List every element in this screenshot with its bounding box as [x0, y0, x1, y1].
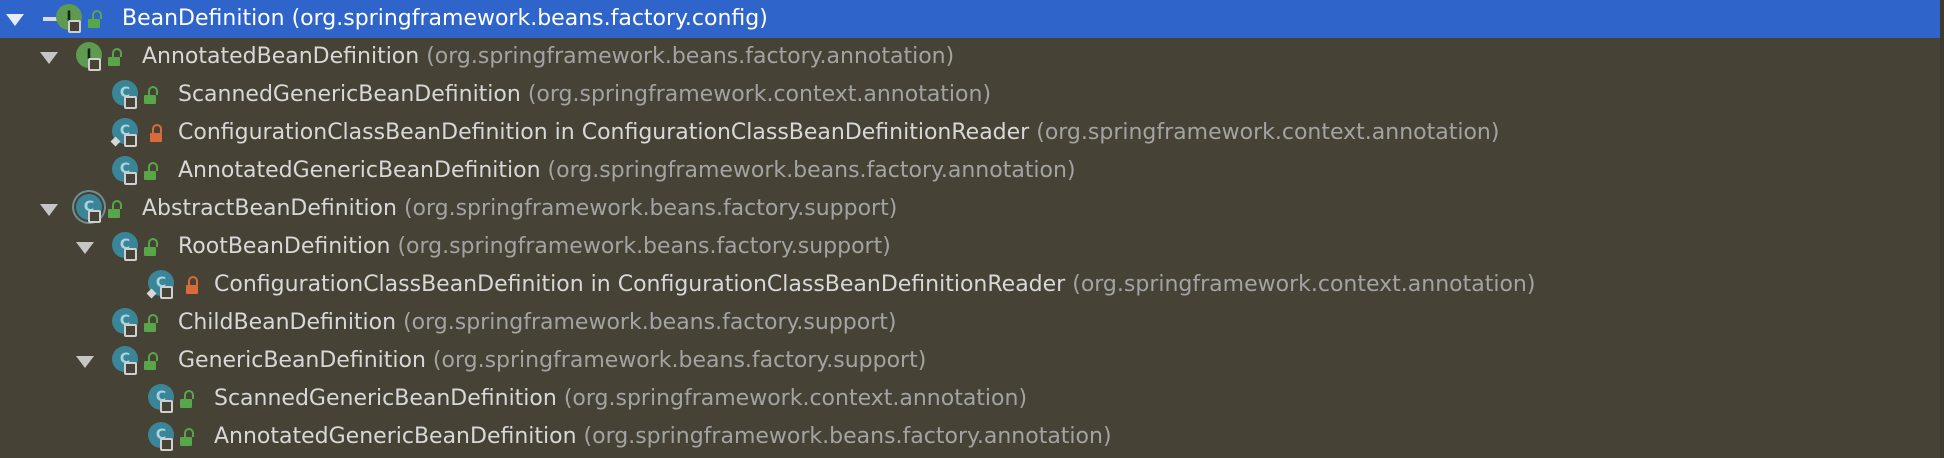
expand-arrow-icon[interactable]	[76, 356, 94, 368]
class-icon: C	[112, 308, 138, 337]
tree-row[interactable]: C AnnotatedGenericBeanDefinition (org.sp…	[0, 152, 1940, 190]
class-icon: C	[112, 346, 138, 375]
tree-row-text: RootBeanDefinition (org.springframework.…	[178, 231, 891, 263]
pin-icon	[160, 438, 173, 451]
expand-arrow-icon[interactable]	[40, 52, 58, 64]
pin-icon	[88, 58, 101, 71]
tree-row-package: (org.springframework.beans.factory.annot…	[547, 158, 1076, 183]
tree-row[interactable]: C ScannedGenericBeanDefinition (org.spri…	[0, 76, 1940, 114]
tree-row-text: AnnotatedBeanDefinition (org.springframe…	[142, 41, 954, 73]
tree-row[interactable]: I AnnotatedBeanDefinition (org.springfra…	[0, 38, 1940, 76]
public-lock-icon	[144, 312, 160, 332]
public-lock-icon	[144, 236, 160, 256]
public-lock-icon	[180, 388, 196, 408]
tree-row-package: (org.springframework.beans.factory.suppo…	[403, 310, 897, 335]
pin-icon	[68, 20, 81, 33]
tree-row-text: ScannedGenericBeanDefinition (org.spring…	[178, 79, 991, 111]
tree-row-name: GenericBeanDefinition	[178, 348, 426, 373]
tree-row-name: ConfigurationClassBeanDefinition in Conf…	[178, 120, 1030, 145]
tree-row-name: ChildBeanDefinition	[178, 310, 397, 335]
tree-row[interactable]: C ScannedGenericBeanDefinition (org.spri…	[0, 380, 1940, 418]
public-lock-icon	[144, 84, 160, 104]
tree-row-package: (org.springframework.beans.factory.suppo…	[403, 196, 898, 221]
tree-row[interactable]: C AnnotatedGenericBeanDefinition (org.sp…	[0, 418, 1940, 456]
public-lock-icon	[108, 198, 124, 218]
public-lock-icon	[180, 426, 196, 446]
expand-arrow-icon[interactable]	[76, 242, 94, 254]
public-lock-icon	[108, 46, 124, 66]
expand-arrow-icon[interactable]	[6, 14, 24, 26]
tree-row[interactable]: C GenericBeanDefinition (org.springframe…	[0, 342, 1940, 380]
expand-arrow-icon[interactable]	[40, 204, 58, 216]
type-hierarchy-tree: I BeanDefinition (org.springframework.be…	[0, 0, 1940, 458]
tree-row-text: ConfigurationClassBeanDefinition in Conf…	[214, 269, 1535, 301]
tree-row-name: BeanDefinition	[122, 6, 285, 31]
tree-row-text: BeanDefinition (org.springframework.bean…	[122, 3, 768, 35]
public-lock-icon	[88, 8, 104, 28]
private-lock-icon	[186, 274, 202, 294]
tree-row-package: (org.springframework.context.annotation)	[1036, 120, 1500, 145]
scrollbar-edge[interactable]	[1940, 0, 1944, 458]
tree-row[interactable]: C ConfigurationClassBeanDefinition in Co…	[0, 266, 1940, 304]
pin-icon	[124, 96, 137, 109]
pin-icon	[124, 134, 137, 147]
class-icon: C	[110, 118, 138, 147]
tree-row-text: AnnotatedGenericBeanDefinition (org.spri…	[178, 155, 1076, 187]
class-icon: C	[148, 422, 174, 451]
class-icon: C	[148, 384, 174, 413]
tree-row[interactable]: C RootBeanDefinition (org.springframewor…	[0, 228, 1940, 266]
tree-row-name: ScannedGenericBeanDefinition	[214, 386, 557, 411]
tree-row-package: (org.springframework.beans.factory.annot…	[426, 44, 955, 69]
class-icon: C	[112, 156, 138, 185]
interface-icon: I	[76, 42, 102, 71]
tree-row-package: (org.springframework.beans.factory.confi…	[291, 6, 768, 31]
tree-row[interactable]: I BeanDefinition (org.springframework.be…	[0, 0, 1940, 38]
interface-icon: I	[56, 4, 82, 33]
tree-row-text: ConfigurationClassBeanDefinition in Conf…	[178, 117, 1499, 149]
private-lock-icon	[150, 122, 166, 142]
tree-row[interactable]: C ChildBeanDefinition (org.springframewo…	[0, 304, 1940, 342]
tree-row-name: AnnotatedBeanDefinition	[142, 44, 420, 69]
pin-icon	[124, 362, 137, 375]
tree-row-name: RootBeanDefinition	[178, 234, 391, 259]
tree-row-text: ScannedGenericBeanDefinition (org.spring…	[214, 383, 1027, 415]
tree-row-name: AnnotatedGenericBeanDefinition	[214, 424, 577, 449]
public-lock-icon	[144, 350, 160, 370]
tree-row-package: (org.springframework.context.annotation)	[527, 82, 992, 107]
tree-row[interactable]: C AbstractBeanDefinition (org.springfram…	[0, 190, 1940, 228]
tree-row-package: (org.springframework.context.annotation)	[1072, 272, 1536, 297]
tree-row-text: AnnotatedGenericBeanDefinition (org.spri…	[214, 421, 1112, 453]
tree-row-text: ChildBeanDefinition (org.springframework…	[178, 307, 896, 339]
tree-row-name: ConfigurationClassBeanDefinition in Conf…	[214, 272, 1066, 297]
tree-row-name: ScannedGenericBeanDefinition	[178, 82, 521, 107]
public-lock-icon	[144, 160, 160, 180]
tree-row-text: GenericBeanDefinition (org.springframewo…	[178, 345, 926, 377]
tree-row-text: AbstractBeanDefinition (org.springframew…	[142, 193, 897, 225]
tree-row-package: (org.springframework.beans.factory.suppo…	[397, 234, 891, 259]
class-icon: C	[146, 270, 174, 299]
tree-row-name: AbstractBeanDefinition	[142, 196, 397, 221]
pin-icon	[160, 400, 173, 413]
class-icon: C	[112, 232, 138, 261]
class-icon: C	[112, 80, 138, 109]
tree-row-package: (org.springframework.beans.factory.annot…	[583, 424, 1112, 449]
pin-icon	[124, 248, 137, 261]
tree-row-package: (org.springframework.context.annotation)	[563, 386, 1028, 411]
pin-icon	[124, 172, 137, 185]
pin-icon	[160, 286, 173, 299]
abstract-class-icon: C	[76, 194, 102, 223]
tree-row[interactable]: C ConfigurationClassBeanDefinition in Co…	[0, 114, 1940, 152]
pin-icon	[124, 324, 137, 337]
tree-row-package: (org.springframework.beans.factory.suppo…	[432, 348, 927, 373]
tree-row-name: AnnotatedGenericBeanDefinition	[178, 158, 541, 183]
pin-icon	[88, 210, 101, 223]
